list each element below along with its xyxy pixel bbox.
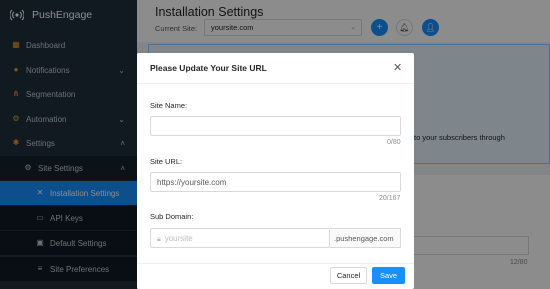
site-url-counter: 20/167 — [379, 195, 401, 202]
close-icon[interactable]: ✕ — [393, 61, 402, 74]
modal-title: Please Update Your Site URL — [150, 63, 267, 73]
site-url-input[interactable]: https://yoursite.com — [150, 172, 401, 192]
sub-domain-input: 🔒︎ yoursite — [150, 228, 330, 248]
site-name-input[interactable] — [150, 116, 401, 136]
update-site-url-modal: Please Update Your Site URL ✕ Site Name:… — [137, 53, 414, 289]
lock-icon: 🔒︎ — [157, 236, 161, 243]
modal-header: Please Update Your Site URL ✕ — [137, 53, 414, 84]
site-name-label: Site Name: — [150, 101, 188, 110]
sub-domain-placeholder: yoursite — [164, 234, 193, 243]
save-button[interactable]: Save — [372, 267, 405, 284]
cancel-button[interactable]: Cancel — [330, 267, 367, 284]
sub-domain-label: Sub Domain: — [150, 212, 194, 221]
sub-domain-suffix: .pushengage.com — [330, 228, 401, 248]
site-url-label: Site URL: — [150, 157, 183, 166]
site-name-counter: 0/80 — [387, 139, 401, 146]
